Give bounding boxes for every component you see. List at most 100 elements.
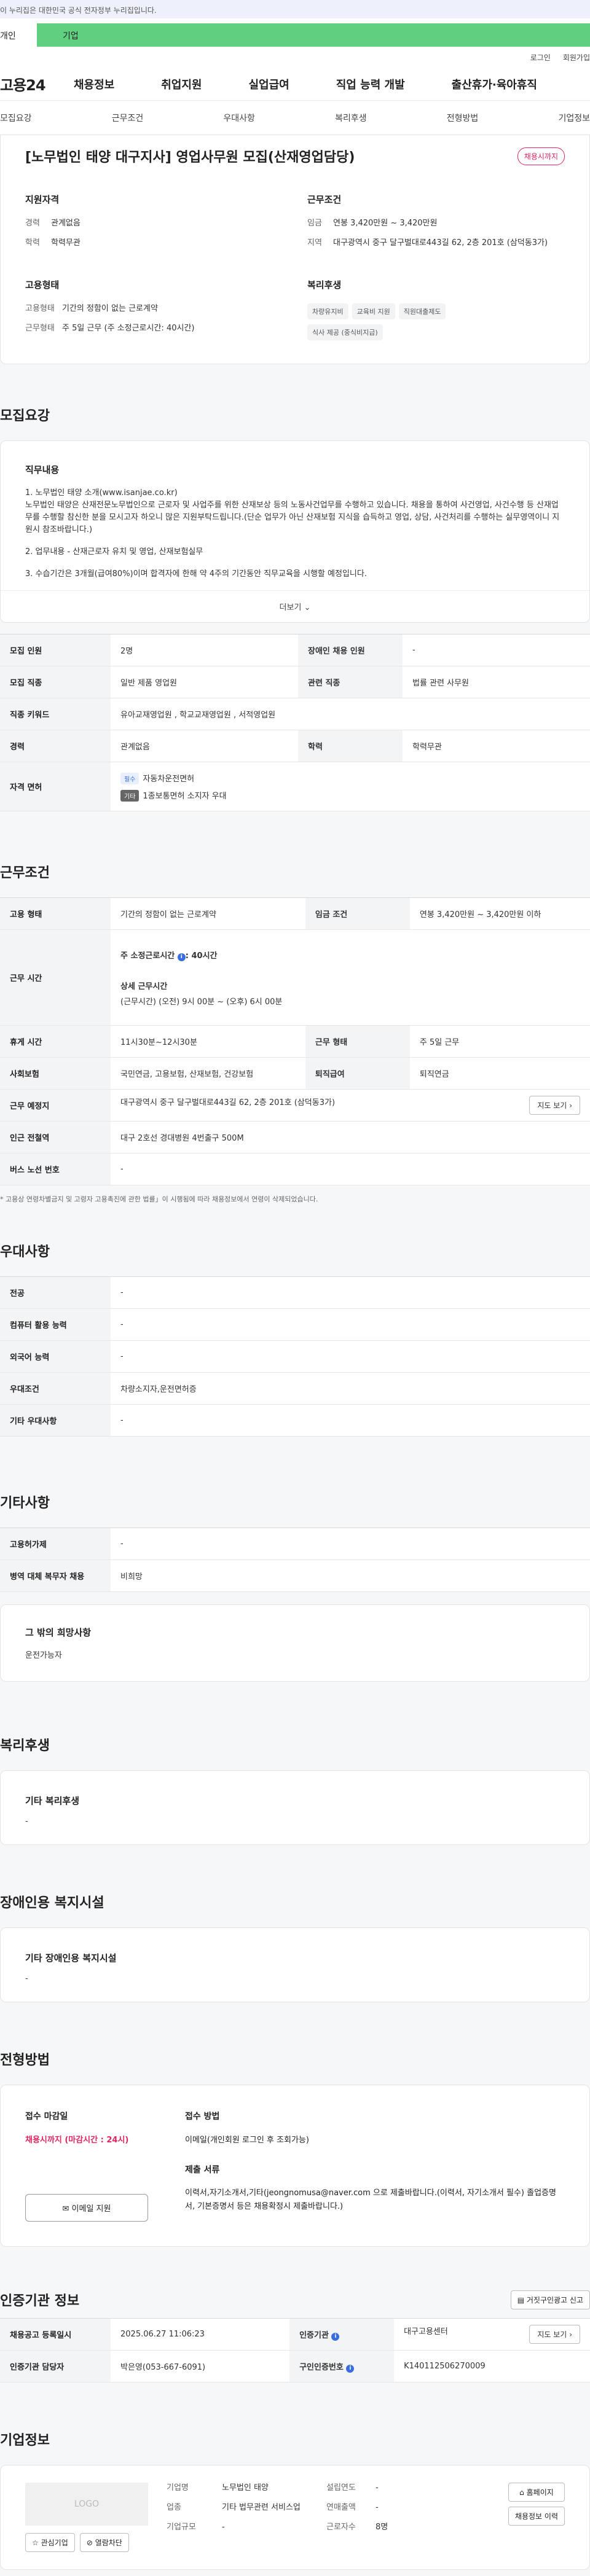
tab-company-label: 기업 xyxy=(63,31,79,41)
kv-value: - xyxy=(376,2503,379,2512)
etc-heading: 기타사항 xyxy=(0,1496,50,1511)
subnav-selection[interactable]: 전형방법 xyxy=(447,112,479,124)
more-button[interactable]: 더보기 ⌄ xyxy=(1,590,589,622)
conditions-heading: 근무조건 xyxy=(307,194,342,205)
cell-key: 채용공고 등록일시 xyxy=(0,2318,111,2351)
agency-map-button[interactable]: 지도 보기 › xyxy=(529,2325,580,2344)
subnav-welfare[interactable]: 복리후생 xyxy=(335,112,367,124)
subnav-company[interactable]: 기업정보 xyxy=(558,112,590,124)
tab-company[interactable]: 기업 xyxy=(37,23,590,47)
document-icon: ▤ xyxy=(517,2295,525,2305)
recruit-table: 모집 인원 2명 장애인 채용 인원 - 모집 직종 일반 제품 영업원 관련 직종 법률 … xyxy=(0,634,590,811)
hours-main-label: 주 소정근로시간 xyxy=(120,951,175,961)
section-subnav: 모집요강 근무조건 우대사항 복리후생 전형방법 기업정보 xyxy=(0,101,590,135)
table-row: 채용공고 등록일시 2025.06.27 11:06:23 인증기관 i 대구고용센터… xyxy=(0,2318,590,2351)
cell-key: 근무 예정지 xyxy=(0,1089,111,1122)
kv-value: - xyxy=(222,2523,225,2532)
kv-key: 고용형태 xyxy=(25,304,55,313)
license-text: 자동차운전면허 xyxy=(143,774,195,784)
cell-value: - xyxy=(403,634,590,666)
kv-key: 지역 xyxy=(307,238,322,248)
block-company-button[interactable]: ⊘ 열람차단 xyxy=(79,2533,129,2552)
subnav-recruit[interactable]: 모집요강 xyxy=(0,112,32,124)
duty-paragraph: 1. 노무법인 태양 소개(www.isanjae.co.kr) 노무법인 태양… xyxy=(25,488,560,534)
cell-key: 임금 조건 xyxy=(305,897,410,930)
company-box: LOGO ☆ 관심기업 ⊘ 열람차단 기업명 노무법인 태양 업종 기타 법무관련 … xyxy=(0,2465,590,2570)
gnb-item-skills[interactable]: 직업 능력 개발 xyxy=(336,76,405,92)
cell-value: K140112506270009 xyxy=(394,2350,590,2383)
kv-key: 경력 xyxy=(25,219,40,228)
cell-value: 주 소정근로시간 i: 40시간 상세 근무시간 (근무시간) (오전) 9시 … xyxy=(111,929,590,1026)
cert-number-label: 구인인증번호 xyxy=(299,2362,344,2372)
signup-link[interactable]: 회원가입 xyxy=(563,52,590,63)
homepage-label: 홈페이지 xyxy=(526,2488,554,2497)
cell-value: 필수 자동차운전면허 기타 1종보통면허 소지자 우대 xyxy=(111,762,590,811)
summary-conditions: 근무조건 임금 연봉 3,420만원 ~ 3,420만원 지역 대구광역시 중구 달… xyxy=(307,193,565,257)
qualification-heading: 지원자격 xyxy=(25,194,60,205)
gnb-item-parental-leave[interactable]: 출산휴가·육아휴직 xyxy=(452,76,537,92)
cell-key: 사회보험 xyxy=(0,1057,111,1090)
tab-personal[interactable]: 개인 xyxy=(0,23,37,47)
summary-employment: 고용형태 고용형태 기간의 정함이 없는 근로계약 근무형태 주 5일 근무 (주 … xyxy=(25,278,283,345)
cell-value: 유아교재영업원 , 학교교재영업원 , 서적영업원 xyxy=(111,698,590,730)
hours-detail-heading: 상세 근무시간 xyxy=(120,982,168,991)
email-apply-button[interactable]: ✉ 이메일 지원 xyxy=(25,2194,148,2222)
other-wishes-box: 그 밖의 희망사항 운전가능자 xyxy=(0,1604,590,1682)
cell-key: 외국어 능력 xyxy=(0,1340,111,1373)
recruit-heading: 모집요강 xyxy=(0,408,50,424)
gnb-item-unemployment-benefit[interactable]: 실업급여 xyxy=(249,76,289,92)
map-button[interactable]: 지도 보기 › xyxy=(529,1096,580,1115)
login-link[interactable]: 로그인 xyxy=(530,52,551,63)
cell-value: - xyxy=(111,1153,590,1185)
cell-value: 대구 2호선 경대병원 4번출구 500M xyxy=(111,1121,590,1153)
hours-detail-value: (근무시간) (오전) 9시 00분 ~ (오후) 6시 00분 xyxy=(120,997,283,1007)
kv-value: 8명 xyxy=(376,2523,388,2532)
status-badge: 채용시까지 xyxy=(517,147,565,165)
cell-key: 인증기관 i xyxy=(289,2318,395,2351)
gnb-item-jobs[interactable]: 채용정보 xyxy=(74,76,114,92)
favorite-company-button[interactable]: ☆ 관심기업 xyxy=(25,2533,75,2552)
home-icon: ⌂ xyxy=(519,2488,524,2497)
company-logo-area: LOGO ☆ 관심기업 ⊘ 열람차단 xyxy=(25,2483,148,2552)
kv-key: 학력 xyxy=(25,238,40,248)
table-row: 사회보험 국민연금, 고용보험, 산재보험, 건강보험 퇴직급여 퇴직연금 xyxy=(0,1057,590,1090)
cell-key: 인근 전철역 xyxy=(0,1121,111,1153)
kv-value: 기간의 정함이 없는 근로계약 xyxy=(62,304,158,313)
cell-key: 인증기관 담당자 xyxy=(0,2350,111,2383)
cell-value: 법률 관련 사무원 xyxy=(403,666,590,698)
disab-box-value: - xyxy=(25,1974,28,1983)
cell-value: - xyxy=(111,1528,590,1560)
report-fake-ad-button[interactable]: ▤ 거짓구인광고 신고 xyxy=(510,2290,590,2309)
job-title: [노무법인 태양 대구지사] 영업사무원 모집(산재영업담당) xyxy=(25,150,355,165)
cell-key: 우대조건 xyxy=(0,1372,111,1405)
subnav-conditions[interactable]: 근무조건 xyxy=(112,112,144,124)
global-nav: 고용24 채용정보 취업지원 실업급여 직업 능력 개발 출산휴가·육아휴직 xyxy=(0,68,590,101)
table-row: 자격 면허 필수 자동차운전면허 기타 1종보통면허 소지자 우대 xyxy=(0,762,590,811)
cell-key: 고용허가제 xyxy=(0,1528,111,1560)
apply-heading: 전형방법 xyxy=(0,2053,50,2068)
cell-value: 비희망 xyxy=(111,1559,590,1592)
job-summary-card: [노무법인 태양 대구지사] 영업사무원 모집(산재영업담당) 채용시까지 지원… xyxy=(0,135,590,364)
cell-key: 관련 직종 xyxy=(298,666,403,698)
job-history-label: 채용정보 이력 xyxy=(514,2512,558,2521)
cell-value: 기간의 정함이 없는 근로계약 xyxy=(111,897,305,930)
job-history-button[interactable]: 채용정보 이력 xyxy=(508,2507,565,2526)
cell-value: 퇴직연금 xyxy=(409,1057,590,1090)
cell-value: 관계없음 xyxy=(111,730,298,762)
info-icon[interactable]: i xyxy=(177,953,186,961)
info-icon[interactable]: i xyxy=(346,2364,355,2373)
work-table: 고용 형태 기간의 정함이 없는 근로계약 임금 조건 연봉 3,420만원 ~ 3,… xyxy=(0,897,590,1185)
cert-agency-value: 대구고용센터 xyxy=(404,2327,448,2336)
etc-table: 고용허가제 - 병역 대체 복무자 채용 비희망 xyxy=(0,1528,590,1592)
info-icon[interactable]: i xyxy=(331,2332,340,2341)
table-row: 모집 인원 2명 장애인 채용 인원 - xyxy=(0,634,590,666)
site-logo[interactable]: 고용24 xyxy=(0,73,74,95)
subnav-preferences[interactable]: 우대사항 xyxy=(223,112,255,124)
cell-value: 2명 xyxy=(111,634,298,666)
cell-value: 대구고용센터 지도 보기 › xyxy=(394,2318,590,2351)
gnb-item-employment-support[interactable]: 취업지원 xyxy=(161,76,202,92)
pref-table: 전공 - 컴퓨터 활용 능력 - 외국어 능력 - 우대조건 차량소지자,운전면허증 기… xyxy=(0,1276,590,1437)
table-row: 병역 대체 복무자 채용 비희망 xyxy=(0,1559,590,1592)
kv-key: 근로자수 xyxy=(326,2523,356,2532)
cell-value: 차량소지자,운전면허증 xyxy=(111,1372,590,1405)
